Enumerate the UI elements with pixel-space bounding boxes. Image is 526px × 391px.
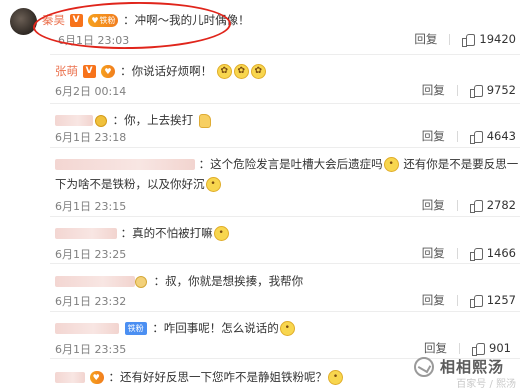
divider	[449, 33, 451, 45]
reply-button[interactable]: 回复	[424, 340, 447, 356]
thumbs-up-emoji-icon	[198, 113, 211, 128]
like-button[interactable]: 2782	[469, 198, 516, 213]
emoji-icon: ✿	[216, 64, 232, 79]
comment-text: ：咋回事呢！怎么说话的	[152, 321, 279, 335]
like-count: 901	[489, 341, 511, 355]
comment-time: 6月1日 23:03	[58, 34, 130, 47]
reply-button[interactable]: 回复	[422, 292, 445, 308]
divider	[50, 54, 520, 55]
comment-text: ：真的不怕被打嘛	[120, 226, 213, 240]
comment-time: 6月1日 23:18	[55, 131, 127, 144]
like-button[interactable]: 4643	[469, 129, 516, 144]
reply-button[interactable]: 回复	[422, 245, 445, 261]
divider	[459, 342, 460, 354]
comment-text: ：冲啊～我的儿时偶像！	[123, 13, 250, 27]
vip-badge: V	[82, 65, 96, 78]
avatar[interactable]	[10, 8, 37, 35]
blurred-username	[55, 323, 119, 334]
comment-text: ：还有好好反思一下您咋不是静姐铁粉呢？	[108, 370, 327, 384]
divider	[50, 103, 520, 104]
comment-text: 还有你是不是要反思一	[403, 157, 519, 171]
thumbs-up-icon	[469, 294, 483, 308]
divider	[50, 216, 520, 217]
like-button[interactable]: 1257	[469, 293, 516, 308]
heart-icon: ♥	[104, 67, 112, 76]
comment-username[interactable]: 张萌	[55, 64, 78, 78]
like-count: 1257	[486, 293, 516, 307]
comment-time: 6月1日 23:25	[55, 248, 127, 261]
like-button[interactable]: 19420	[462, 32, 516, 47]
comment-text: ：叔，你就是想挨揍，我帮你	[153, 274, 304, 288]
watermark: 相相熙汤	[413, 356, 504, 377]
blurred-username	[55, 228, 117, 239]
like-count: 4643	[486, 129, 516, 143]
fan-badge: ♥ 铁粉	[88, 14, 119, 27]
reply-button[interactable]: 回复	[422, 128, 445, 144]
comment-time: 6月2日 00:14	[55, 85, 127, 98]
medal-icon	[95, 114, 107, 127]
comment-text: ：这个危险发言是吐槽大会后遗症吗	[198, 157, 383, 171]
blurred-username	[55, 276, 135, 287]
reply-button[interactable]: 回复	[422, 197, 445, 213]
thumbs-up-icon	[472, 342, 485, 356]
comment-actions: 回复 19420	[414, 31, 516, 47]
like-count: 19420	[479, 32, 516, 46]
divider	[456, 84, 458, 96]
comment-text: ：你说话好烦啊！	[120, 64, 213, 78]
emoji-icon: •	[327, 370, 343, 385]
wechat-logo-icon	[413, 356, 434, 377]
divider	[50, 147, 520, 148]
divider	[456, 247, 458, 259]
divider	[50, 311, 520, 312]
divider	[456, 199, 458, 211]
iron-fan-badge: 铁粉	[124, 322, 147, 335]
divider	[50, 263, 520, 264]
emoji-icon: •	[279, 321, 295, 336]
thumbs-up-icon	[469, 247, 483, 261]
thumbs-up-icon	[462, 33, 476, 47]
like-button[interactable]: 9752	[469, 83, 516, 98]
heart-icon: ♥	[92, 373, 100, 382]
comment-time: 6月1日 23:35	[55, 343, 127, 356]
watermark-title: 相相熙汤	[439, 358, 504, 376]
heart-icon: ♥	[91, 16, 99, 25]
emoji-icon: ✿	[250, 64, 266, 79]
thumbs-up-icon	[469, 130, 483, 144]
emoji-icon: •	[383, 157, 399, 172]
blurred-username	[55, 159, 195, 170]
comment-time: 6月1日 23:15	[55, 200, 127, 213]
reply-button[interactable]: 回复	[422, 82, 445, 98]
like-count: 1466	[486, 246, 516, 260]
fan-badge: ♥	[101, 65, 116, 78]
like-count: 2782	[486, 198, 516, 212]
comment-time: 6月1日 23:32	[55, 295, 127, 308]
divider	[456, 130, 458, 142]
comment-text: ：你，上去挨打	[112, 113, 194, 127]
like-button[interactable]: 901	[472, 341, 516, 356]
medal-icon	[135, 275, 147, 288]
comment-text: 下为啥不是铁粉，以及你好沉	[55, 177, 205, 191]
vip-badge: V	[69, 14, 83, 27]
laughing-emoji-icon: •	[213, 226, 229, 241]
laughing-emoji-icon: •	[205, 177, 221, 192]
blurred-username	[55, 372, 85, 383]
emoji-icon: ✿	[233, 64, 249, 79]
like-count: 9752	[486, 83, 516, 97]
blurred-username	[55, 115, 93, 126]
thumbs-up-icon	[469, 199, 483, 213]
fan-badge-label: 铁粉	[99, 16, 116, 25]
thumbs-up-icon	[469, 84, 483, 98]
comment-body: 秦昊 V ♥ 铁粉 ：冲啊～我的儿时偶像！	[42, 12, 526, 28]
divider	[456, 294, 458, 306]
like-button[interactable]: 1466	[469, 246, 516, 261]
fan-badge: ♥	[89, 371, 104, 384]
reply-button[interactable]: 回复	[414, 31, 437, 47]
watermark-subtitle: 百家号 / 熙汤	[456, 379, 516, 390]
comment-username[interactable]: 秦昊	[42, 13, 65, 27]
